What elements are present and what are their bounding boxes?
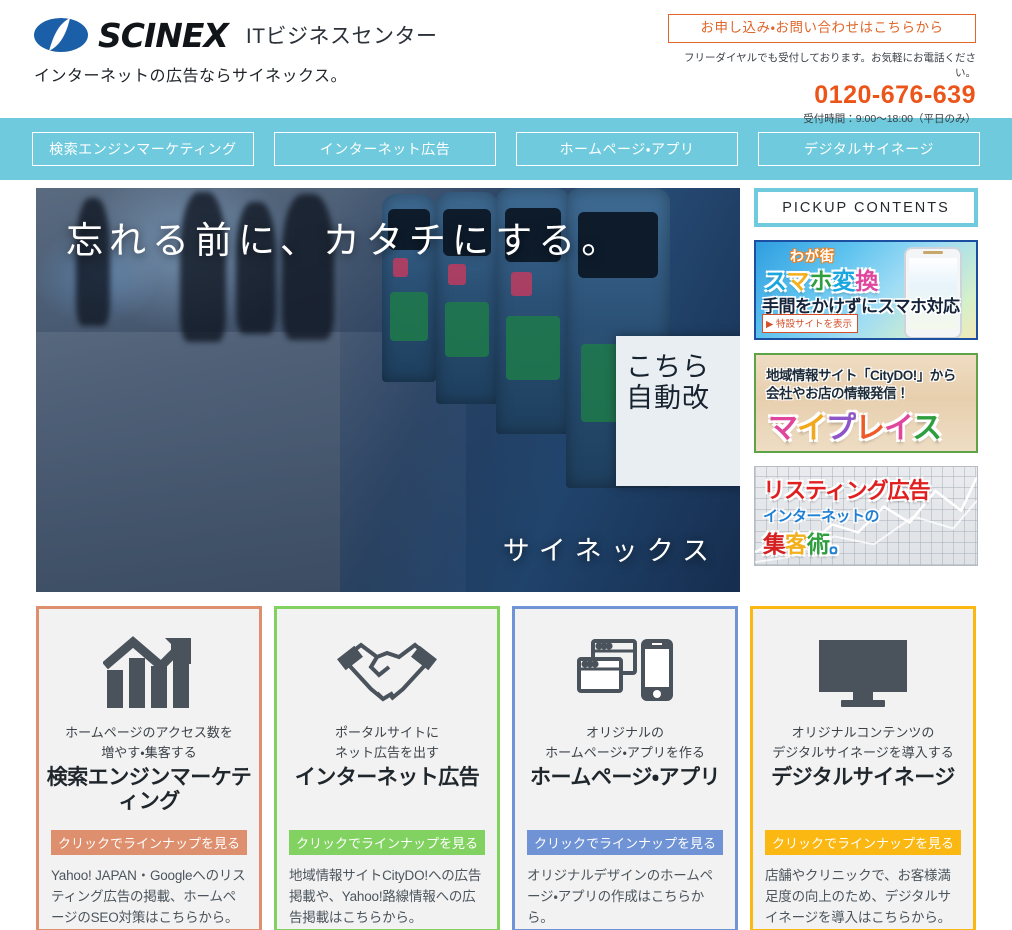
sidebar: PICKUP CONTENTS わが街 スマホ変換 手間をかけずにスマホ対応 ▶… xyxy=(754,188,978,592)
bar-chart-growth-icon xyxy=(103,627,195,719)
brand-tagline: インターネットの広告ならサイネックス。 xyxy=(34,68,348,85)
contact-phone-number: 0120-676-639 xyxy=(814,80,976,109)
hero-subtitle: サイネックス xyxy=(502,536,718,566)
banner-title: マイプレイス xyxy=(768,403,942,447)
banner-line1: 地域情報サイト「CityDO!」から xyxy=(766,368,956,383)
pickup-contents-heading: PICKUP CONTENTS xyxy=(754,188,978,227)
card-caption: オリジナルの ホームページ・アプリを作る xyxy=(545,725,705,760)
monitor-display-icon xyxy=(815,627,911,719)
title-char: ス xyxy=(764,268,787,294)
title-char: ホ xyxy=(809,268,833,294)
card-cta-button[interactable]: クリックでラインナップを見る xyxy=(765,830,961,856)
banner-line2: 会社やお店の情報発信！ xyxy=(766,386,910,401)
site-header: SCINEX ITビジネスセンター インターネットの広告ならサイネックス。 お申… xyxy=(0,0,1012,125)
banner-title: スマホ変換 xyxy=(764,262,878,296)
handshake-icon xyxy=(337,627,437,719)
card-title: ホームページ・アプリ xyxy=(529,766,721,789)
banner-line1: リスティング広告 xyxy=(763,478,931,503)
card-caption: ポータルサイトに ネット広告を出す xyxy=(334,725,439,760)
brand-block: SCINEX ITビジネスセンター インターネットの広告ならサイネックス。 xyxy=(34,18,438,86)
title-char: マ xyxy=(768,412,798,445)
browser-smartphone-icon xyxy=(573,627,677,719)
title-char: 変 xyxy=(832,268,856,294)
listing-ad-banner[interactable]: リスティング広告 インターネットの 集客術。 xyxy=(754,466,978,566)
nav-item-search-engine-marketing[interactable]: 検索エンジンマーケティング xyxy=(32,132,254,166)
hero-sign-line1: こちら xyxy=(626,352,710,382)
card-caption: オリジナルコンテンツの デジタルサイネージを導入する xyxy=(772,725,954,760)
brand-name: SCINEX xyxy=(98,15,229,55)
title-char: 術 xyxy=(807,531,830,557)
brand-subtitle: ITビジネスセンター xyxy=(245,25,438,48)
main-navigation: 検索エンジンマーケティング インターネット広告 ホームページ・アプリ デジタルサ… xyxy=(0,118,1012,180)
card-description: オリジナルデザインのホームページ・アプリの作成はこちらから。 xyxy=(527,868,713,926)
card-cta-button[interactable]: クリックでラインナップを見る xyxy=(527,830,723,856)
title-char: レ xyxy=(855,412,885,445)
title-char: プ xyxy=(826,412,856,445)
card-cta-button[interactable]: クリックでラインナップを見る xyxy=(289,830,485,856)
smartphone-conversion-banner[interactable]: わが街 スマホ変換 手間をかけずにスマホ対応 ▶ 特設サイトを表示 xyxy=(754,240,978,340)
title-char: ス xyxy=(912,412,942,445)
title-char: 客 xyxy=(785,531,808,557)
hero-banner[interactable]: こちら 自動改 忘れる前に、カタチにする。 サイネックス xyxy=(36,188,740,592)
card-description: Yahoo! JAPAN・Googleへのリスティング広告の掲載、ホームページの… xyxy=(51,868,246,926)
contact-note: フリーダイヤルでも受付しております。お気軽にお電話ください。 xyxy=(683,51,976,79)
hero-headline: 忘れる前に、カタチにする。 xyxy=(66,221,625,262)
title-char: イ xyxy=(884,412,913,445)
service-cards: ホームページのアクセス数を 増やす・集客する 検索エンジンマーケティング クリック… xyxy=(0,592,1012,930)
card-description: 地域情報サイトCityDO!への広告掲載や、Yahoo!路線情報への広告掲載はこ… xyxy=(289,868,482,926)
title-char: 換 xyxy=(855,268,879,294)
service-card-internet-advertising[interactable]: ポータルサイトに ネット広告を出す インターネット広告 クリックでラインナップを見… xyxy=(274,606,500,930)
card-caption: ホームページのアクセス数を 増やす・集客する xyxy=(65,725,233,760)
service-card-homepage-app[interactable]: オリジナルの ホームページ・アプリを作る ホームページ・アプリ クリックでラインナ… xyxy=(512,606,738,930)
title-char: イ xyxy=(797,412,827,445)
hero-sign-line2: 自動改 xyxy=(626,383,710,414)
title-char: 集 xyxy=(763,531,786,557)
card-cta-button[interactable]: クリックでラインナップを見る xyxy=(51,830,247,856)
card-description: 店舗やクリニックで、お客様満足度の向上のため、デジタルサイネージを導入はこちらか… xyxy=(765,868,951,926)
myplace-banner[interactable]: 地域情報サイト「CityDO!」から 会社やお店の情報発信！ マイプレイス xyxy=(754,353,978,453)
nav-item-internet-advertising[interactable]: インターネット広告 xyxy=(274,132,496,166)
banner-special-site-button[interactable]: ▶ 特設サイトを表示 xyxy=(762,314,858,333)
nav-item-digital-signage[interactable]: デジタルサイネージ xyxy=(758,132,980,166)
hero-station-sign: こちら 自動改 xyxy=(616,336,740,486)
nav-item-homepage-app[interactable]: ホームページ・アプリ xyxy=(516,132,738,166)
scinex-swoosh-logo-icon xyxy=(34,18,88,52)
banner-line2: インターネットの xyxy=(763,508,880,525)
main-content: こちら 自動改 忘れる前に、カタチにする。 サイネックス PICKUP CONT… xyxy=(0,180,1012,592)
service-card-digital-signage[interactable]: オリジナルコンテンツの デジタルサイネージを導入する デジタルサイネージ クリック… xyxy=(750,606,976,930)
card-title: 検索エンジンマーケティング xyxy=(46,766,252,813)
service-card-search-engine-marketing[interactable]: ホームページのアクセス数を 増やす・集客する 検索エンジンマーケティング クリック… xyxy=(36,606,262,930)
title-char: 。 xyxy=(829,531,852,557)
card-title: インターネット広告 xyxy=(294,766,480,789)
logo-slash-icon xyxy=(49,18,70,51)
contact-cta-button[interactable]: お申し込み・お問い合わせはこちらから xyxy=(668,14,976,43)
card-title: デジタルサイネージ xyxy=(771,766,955,789)
contact-hours: 受付時間：9:00〜18:00（平日のみ） xyxy=(803,113,976,125)
title-char: マ xyxy=(786,268,810,294)
banner-line3: 集客術。 xyxy=(763,525,852,559)
contact-block: お申し込み・お問い合わせはこちらから フリーダイヤルでも受付しております。お気軽… xyxy=(668,14,976,126)
